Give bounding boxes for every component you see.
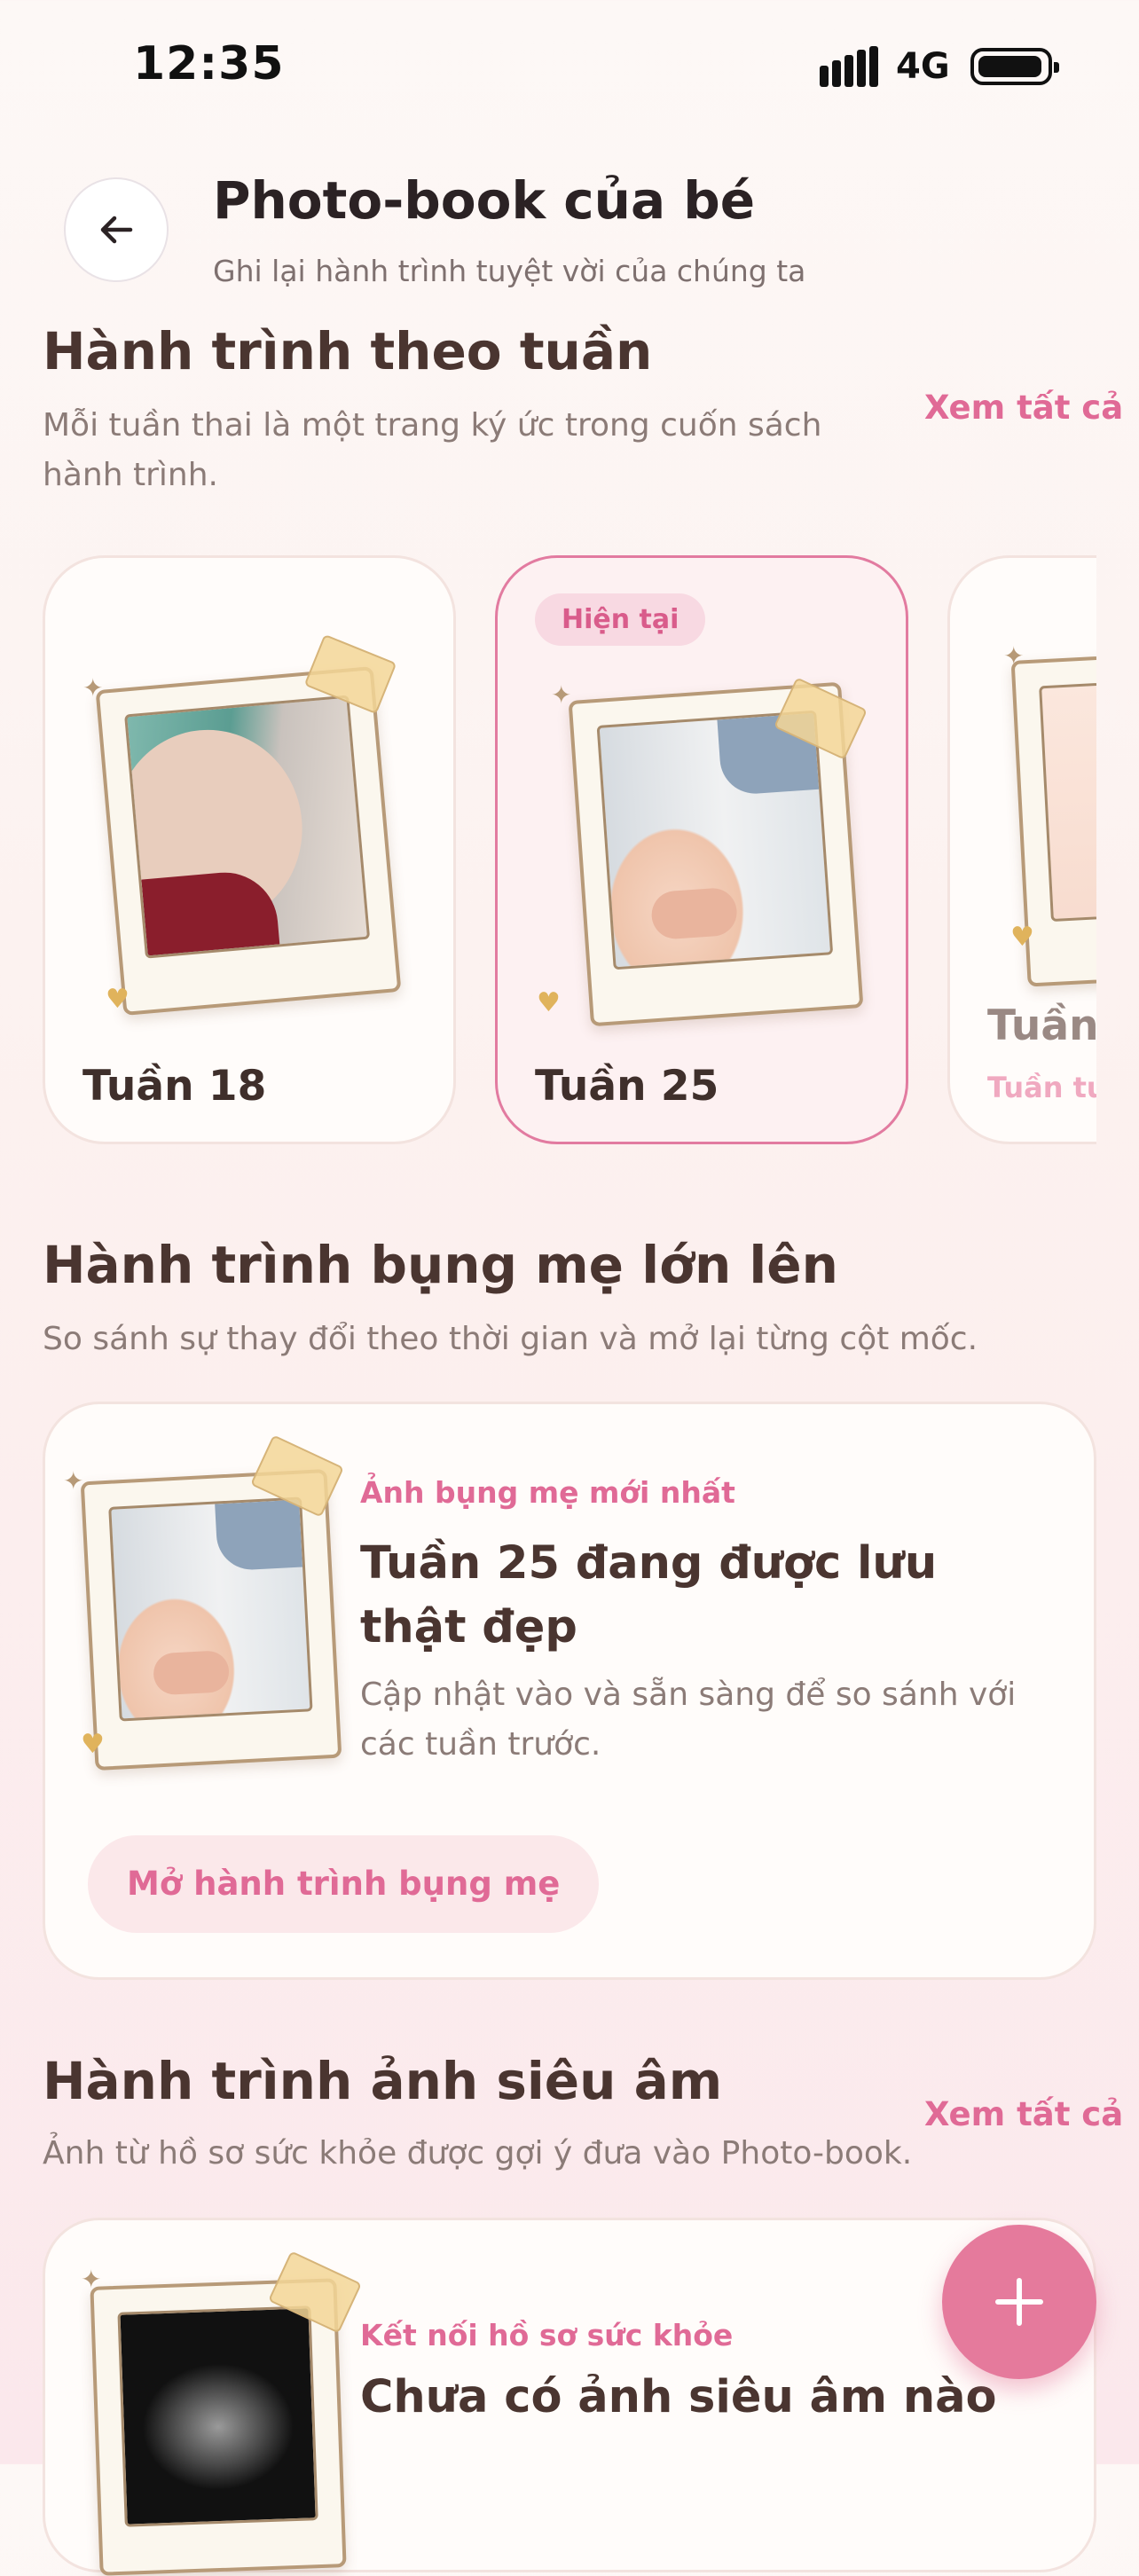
belly-photo	[108, 1496, 313, 1722]
week-card-label: Tuần 25	[535, 1062, 719, 1111]
ultrasound-section-title: Hành trình ảnh siêu âm	[43, 2051, 723, 2111]
arrow-left-icon	[100, 216, 133, 244]
week-carousel[interactable]: ✦ ♥ Tuần 18 Hiện tại ✦ ♥ Tuần 25 ✦ ♥ Tuầ…	[43, 550, 1096, 1162]
ultrasound-see-all-link[interactable]: Xem tất cả	[924, 2095, 1123, 2133]
heart-icon: ♥	[1010, 922, 1034, 953]
belly-section-title: Hành trình bụng mẹ lớn lên	[43, 1235, 838, 1295]
weekly-see-all-link[interactable]: Xem tất cả	[924, 389, 1123, 427]
battery-icon	[970, 48, 1059, 85]
weekly-section-title: Hành trình theo tuần	[43, 321, 653, 381]
network-label: 4G	[896, 46, 950, 87]
week-card[interactable]: ✦ ♥ Tuần Tuần tư	[947, 555, 1096, 1144]
ultrasound-photo	[117, 2305, 318, 2527]
belly-card-kicker: Ảnh bụng mẹ mới nhất	[360, 1475, 735, 1510]
ultrasound-section-description: Ảnh từ hồ sơ sức khỏe được gợi ý đưa vào…	[43, 2135, 913, 2172]
ultrasound-card-kicker: Kết nối hồ sơ sức khỏe	[360, 2318, 734, 2352]
status-time: 12:35	[133, 37, 285, 90]
ultrasound-card: ✦ Kết nối hồ sơ sức khỏe Chưa có ảnh siê…	[43, 2218, 1096, 2576]
belly-photo	[124, 695, 371, 959]
plus-icon	[995, 2278, 1043, 2326]
belly-card-body: Cập nhật vào và sẵn sàng để so sánh với …	[360, 1677, 1017, 1763]
belly-section-description: So sánh sự thay đổi theo thời gian và mở…	[43, 1321, 978, 1357]
week-card-label: Tuần 18	[82, 1062, 267, 1111]
week-card[interactable]: ✦ ♥ Tuần 18	[43, 555, 456, 1144]
signal-icon	[820, 46, 878, 87]
weekly-section-description: Mỗi tuần thai là một trang ký ức trong c…	[43, 407, 822, 493]
open-belly-journey-button[interactable]: Mở hành trình bụng mẹ	[88, 1835, 600, 1933]
heart-icon: ♥	[81, 1729, 105, 1760]
week-card-label: Tuần	[987, 1001, 1096, 1050]
polaroid-frame	[95, 666, 402, 1016]
belly-card-heading: Tuần 25 đang được lưu thật đẹp	[360, 1537, 938, 1653]
back-button[interactable]	[64, 177, 169, 282]
week-card-sublabel: Tuần tư	[987, 1071, 1096, 1104]
page-title: Photo-book của bé	[213, 170, 756, 231]
belly-card: ✦ ♥ Ảnh bụng mẹ mới nhất Tuần 25 đang đư…	[43, 1402, 1096, 1980]
heart-icon: ♥	[537, 987, 561, 1018]
polaroid-frame	[90, 2278, 347, 2576]
ultrasound-card-heading: Chưa có ảnh siêu âm nào	[360, 2371, 997, 2423]
add-fab-button[interactable]	[942, 2225, 1096, 2379]
current-badge: Hiện tại	[535, 593, 706, 646]
belly-photo	[596, 710, 834, 970]
polaroid-frame	[80, 1468, 342, 1771]
page-subtitle: Ghi lại hành trình tuyệt vời của chúng t…	[213, 254, 806, 288]
placeholder-photo	[1039, 674, 1096, 923]
heart-icon: ♥	[106, 984, 130, 1015]
week-card-current[interactable]: Hiện tại ✦ ♥ Tuần 25	[495, 555, 908, 1144]
